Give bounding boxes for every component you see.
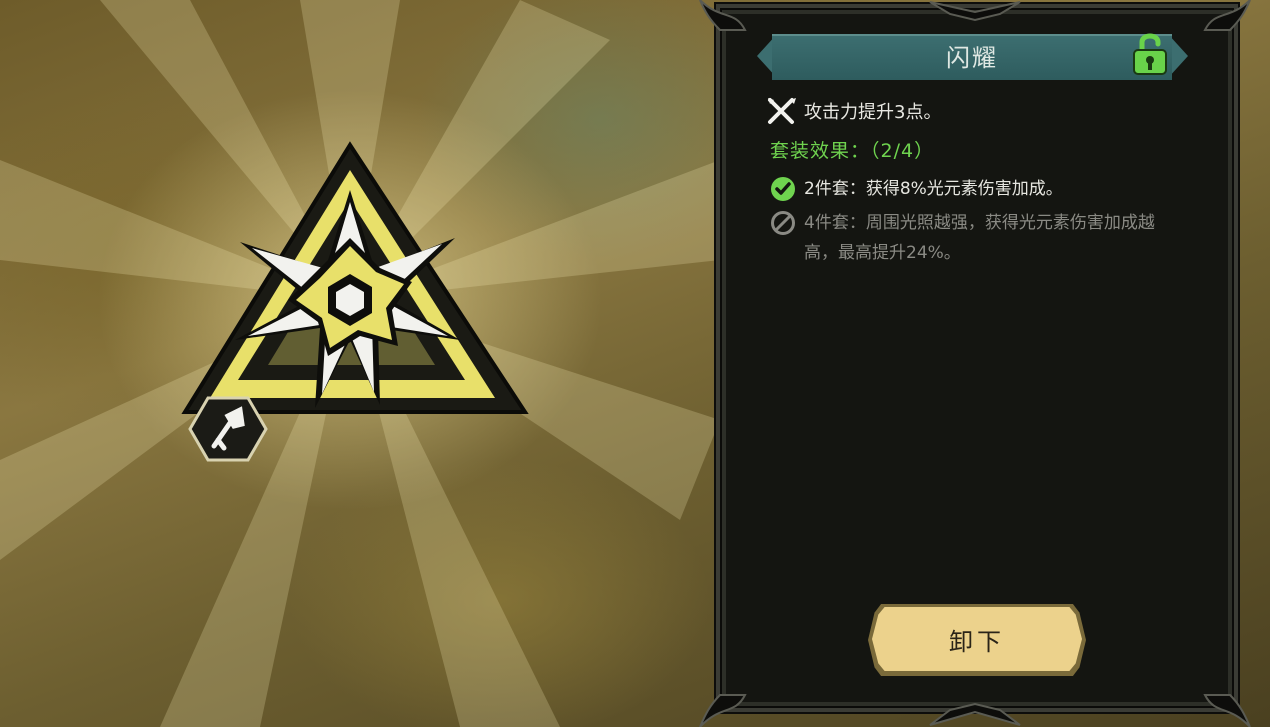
set-effect-label: 套装效果： [770, 140, 871, 162]
item-title-bar: 闪耀 [772, 34, 1172, 80]
check-circle-icon [771, 177, 795, 201]
set-bonus-2-piece: 2件套：获得8%光元素伤害加成。 [770, 174, 1063, 204]
set-bonus-2-text: 2件套：获得8%光元素伤害加成。 [804, 179, 1063, 199]
set-count: （2/4） [870, 140, 935, 162]
light-star-emblem-icon[interactable] [180, 140, 530, 430]
stat-text: 攻击力提升3点。 [804, 102, 942, 123]
stat-line: 攻击力提升3点。 [766, 96, 941, 126]
set-bonus-4-piece: 4件套：周围光照越强，获得光元素伤害加成越高，最高提升24%。 [770, 208, 1190, 268]
crossed-swords-icon [768, 98, 796, 124]
weapon-type-icon [188, 396, 268, 462]
unlocked-padlock-icon[interactable] [1130, 30, 1170, 78]
set-bonus-4-text: 4件套：周围光照越强，获得光元素伤害加成越高，最高提升24%。 [804, 213, 1155, 263]
unequip-button[interactable]: 卸下 [872, 607, 1082, 671]
set-effect-header: 套装效果：（2/4） [770, 136, 934, 163]
prohibited-circle-icon [771, 211, 795, 235]
item-title: 闪耀 [946, 44, 998, 72]
